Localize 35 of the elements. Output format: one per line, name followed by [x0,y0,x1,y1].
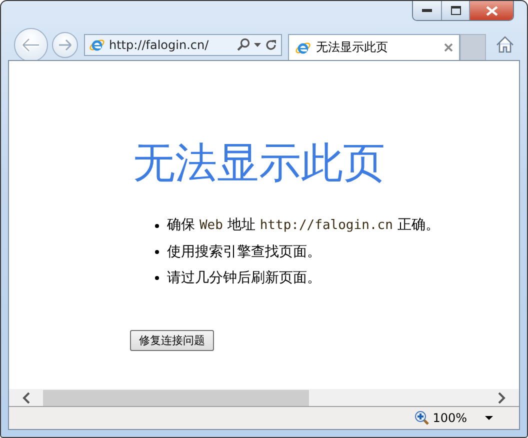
back-arrow-icon [21,36,41,52]
close-tab-icon[interactable] [444,43,453,52]
horizontal-scrollbar[interactable] [9,389,519,406]
bullet-icon [155,276,159,280]
caret-icon[interactable] [254,42,261,46]
suggestion-text: 请过几分钟后刷新页面。 [167,269,321,288]
chevron-right-icon [498,392,506,404]
browser-logo-icon [295,40,311,56]
maximize-button[interactable] [441,1,469,20]
minimize-icon [422,8,432,12]
close-icon [486,6,498,16]
maximize-icon [450,6,460,15]
address-text: http://falogin.cn/ [109,38,210,52]
browser-logo-icon [89,36,105,52]
suggestion-text: 确保 Web 地址 http://falogin.cn 正确。 [167,216,440,235]
minimize-button[interactable] [413,1,441,20]
zoom-level[interactable]: 100% [432,411,467,425]
search-icon[interactable] [237,38,250,51]
chevron-left-icon [22,392,30,404]
zoom-icon[interactable] [414,411,429,425]
bullet-icon [155,224,159,228]
bullet-icon [155,250,159,254]
error-heading: 无法显示此页 [133,137,386,189]
browser-tab[interactable]: 无法显示此页 [288,34,460,60]
refresh-icon[interactable] [265,38,277,50]
back-button[interactable] [14,28,48,62]
home-icon[interactable] [496,36,514,53]
scrollbar-thumb[interactable] [43,390,309,406]
forward-arrow-icon [57,38,73,52]
address-bar[interactable]: http://falogin.cn/ [84,34,282,56]
tab-title: 无法显示此页 [316,39,389,56]
suggestion-text: 使用搜索引擎查找页面。 [167,243,321,262]
fix-connection-button[interactable]: 修复连接问题 [130,330,214,351]
caret-icon[interactable] [485,416,493,420]
close-button[interactable] [469,1,513,20]
